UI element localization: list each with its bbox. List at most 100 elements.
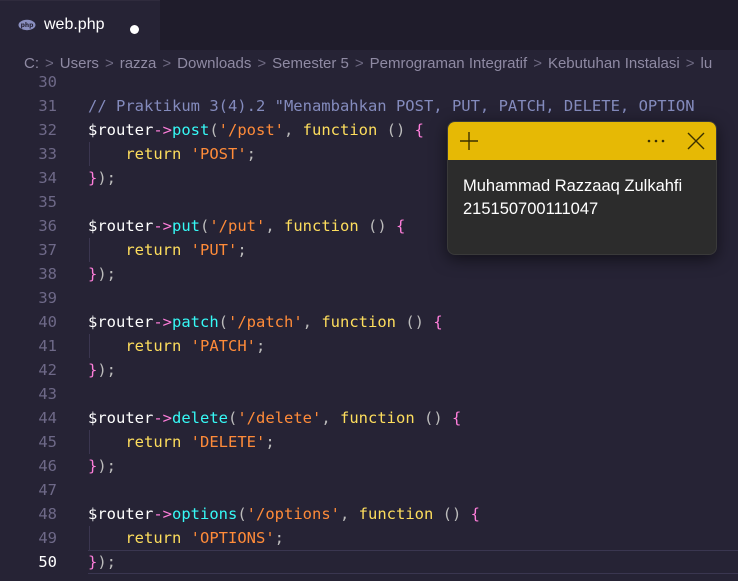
code-text: }); — [88, 550, 116, 574]
code-keyword: return — [125, 337, 182, 355]
code-text: }); — [88, 454, 116, 478]
tab-web-php[interactable]: php web.php — [0, 0, 160, 50]
code-text: return 'PATCH'; — [125, 337, 266, 355]
code-keyword: return — [125, 433, 182, 451]
line-number: 42 — [38, 361, 57, 379]
line-number: 33 — [38, 145, 57, 163]
code-operator: -> — [153, 313, 172, 331]
tab-bar: php web.php — [0, 0, 738, 50]
code-line[interactable]: 38}); — [0, 262, 738, 286]
code-line[interactable]: 50}); — [0, 550, 738, 574]
code-text: $router->post('/post', function () { — [88, 121, 424, 139]
code-text: }); — [88, 262, 116, 286]
code-variable: $router — [88, 121, 154, 139]
sticky-note-header[interactable] — [448, 122, 716, 160]
line-number: 47 — [38, 481, 57, 499]
line-number: 46 — [38, 457, 57, 475]
note-line-id: 215150700111047 — [463, 200, 599, 218]
code-text: // Praktikum 3(4).2 "Menambahkan POST, P… — [88, 94, 695, 118]
code-string: '/options' — [246, 505, 340, 523]
line-number: 43 — [38, 385, 57, 403]
code-line[interactable]: 42}); — [0, 358, 738, 382]
unsaved-dot-icon[interactable] — [130, 25, 139, 34]
code-string: '/put' — [209, 217, 266, 235]
code-method: options — [172, 505, 238, 523]
code-line[interactable]: 31 // Praktikum 3(4).2 "Menambahkan POST,… — [0, 94, 738, 118]
svg-text:php: php — [21, 22, 35, 29]
line-number: 39 — [38, 289, 57, 307]
line-number: 44 — [38, 409, 57, 427]
indent-guide — [89, 142, 90, 166]
code-string: '/patch' — [228, 313, 303, 331]
indent-guide — [89, 334, 90, 358]
code-method: patch — [172, 313, 219, 331]
code-method: delete — [172, 409, 228, 427]
code-line[interactable]: 47 — [0, 478, 738, 502]
indent-guide — [89, 526, 90, 550]
code-keyword: function — [358, 505, 434, 523]
sticky-note[interactable]: Muhammad Razzaaq Zulkahfi 21515070011104… — [447, 121, 717, 255]
code-line[interactable]: 45 return 'DELETE'; — [0, 430, 738, 454]
code-text: $router->options('/options', function ()… — [88, 505, 480, 523]
code-keyword: function — [284, 217, 359, 235]
line-number: 49 — [38, 529, 57, 547]
plus-icon[interactable] — [459, 131, 479, 151]
code-text: return 'POST'; — [125, 145, 257, 163]
code-text: $router->patch('/patch', function () { — [88, 313, 443, 331]
code-line[interactable]: 39 — [0, 286, 738, 310]
code-text: return 'PUT'; — [125, 241, 247, 259]
code-string: 'PUT' — [190, 241, 238, 259]
line-number: 45 — [38, 433, 57, 451]
code-keyword: return — [125, 145, 182, 163]
code-keyword: function — [302, 121, 378, 139]
line-number: 30 — [38, 73, 57, 91]
code-text: return 'OPTIONS'; — [125, 529, 285, 547]
code-operator: -> — [153, 505, 172, 523]
line-number: 48 — [38, 505, 57, 523]
line-number: 36 — [38, 217, 57, 235]
code-text: $router->put('/put', function () { — [88, 217, 406, 235]
code-variable: $router — [88, 409, 154, 427]
code-closing-brace: }); — [88, 361, 117, 379]
line-number: 50 — [38, 553, 57, 571]
code-variable: $router — [88, 217, 154, 235]
code-line[interactable]: 43 — [0, 382, 738, 406]
code-line[interactable]: 49 return 'OPTIONS'; — [0, 526, 738, 550]
line-number: 35 — [38, 193, 57, 211]
code-closing-brace: }); — [88, 553, 117, 571]
code-keyword: return — [125, 529, 182, 547]
close-icon[interactable] — [686, 131, 706, 151]
code-line[interactable]: 44 $router->delete('/delete', function ()… — [0, 406, 738, 430]
line-number: 38 — [38, 265, 57, 283]
line-number: 34 — [38, 169, 57, 187]
code-string: 'DELETE' — [190, 433, 266, 451]
sticky-note-text[interactable]: Muhammad Razzaaq Zulkahfi 21515070011104… — [463, 175, 682, 221]
code-text: return 'DELETE'; — [125, 433, 275, 451]
code-text: $router->delete('/delete', function () { — [88, 409, 462, 427]
code-line[interactable]: 41 return 'PATCH'; — [0, 334, 738, 358]
line-number: 37 — [38, 241, 57, 259]
more-icon[interactable] — [645, 131, 667, 151]
note-line-name: Muhammad Razzaaq Zulkahfi — [463, 177, 683, 195]
line-number: 31 — [38, 97, 57, 115]
code-operator: -> — [153, 409, 172, 427]
code-keyword: function — [321, 313, 396, 331]
code-line[interactable]: 40 $router->patch('/patch', function () { — [0, 310, 738, 334]
code-line[interactable]: 46}); — [0, 454, 738, 478]
line-number: 32 — [38, 121, 57, 139]
code-closing-brace: }); — [88, 169, 117, 187]
code-string: '/delete' — [237, 409, 322, 427]
code-closing-brace: }); — [88, 265, 117, 283]
code-variable: $router — [88, 313, 154, 331]
code-line[interactable]: 48 $router->options('/options', function … — [0, 502, 738, 526]
code-line[interactable]: 30 — [0, 70, 738, 94]
code-text: }); — [88, 358, 116, 382]
line-number: 41 — [38, 337, 57, 355]
code-text: }); — [88, 166, 116, 190]
code-keyword: return — [125, 241, 182, 259]
code-comment: // Praktikum 3(4).2 "Menambahkan POST, P… — [88, 97, 695, 115]
code-string: 'POST' — [190, 145, 247, 163]
code-method: post — [172, 121, 210, 139]
code-operator: -> — [153, 217, 172, 235]
php-file-icon: php — [18, 19, 36, 31]
